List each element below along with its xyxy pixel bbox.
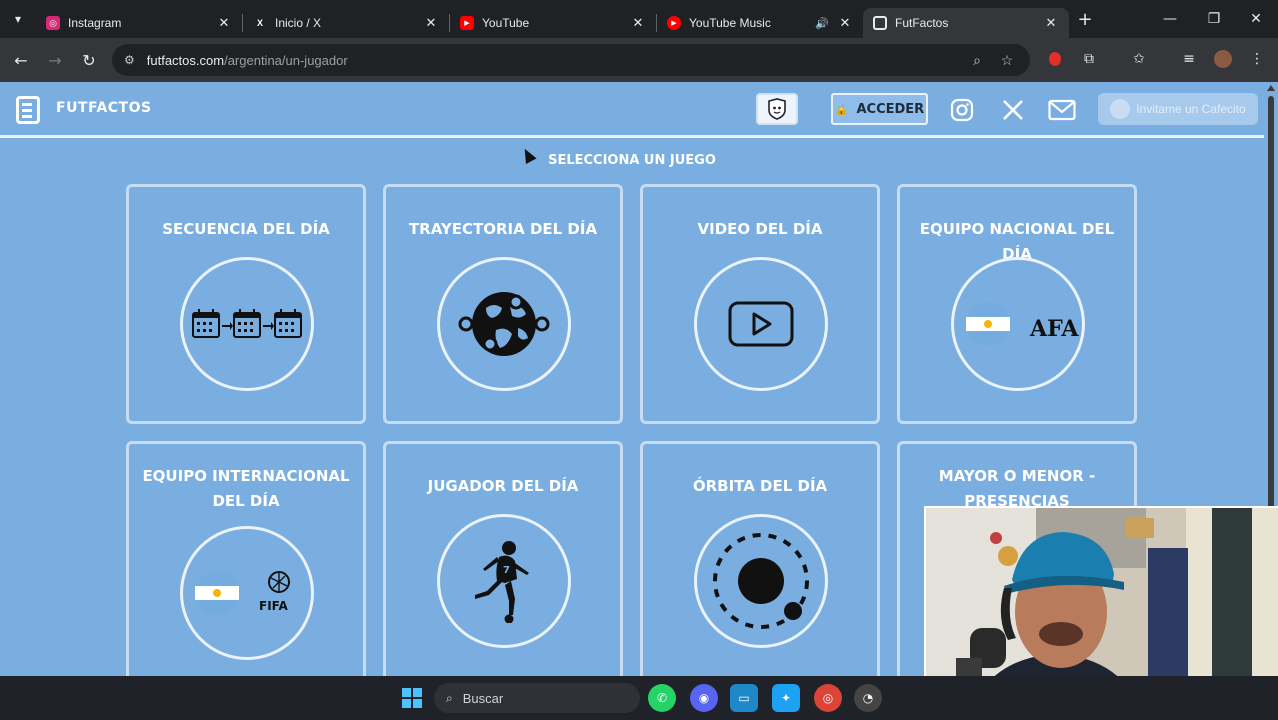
globe-icon <box>437 257 571 391</box>
login-button[interactable]: 🔒 ACCEDER <box>831 93 928 125</box>
section-title: SELECCIONA UN JUEGO <box>548 153 716 168</box>
youtube-icon: ▶ <box>460 16 474 30</box>
game-card-equipo-nacional[interactable]: EQUIPO NACIONAL DEL DÍA AFA <box>897 184 1137 424</box>
scrollbar-thumb[interactable] <box>1268 96 1274 566</box>
game-card-trayectoria[interactable]: TRAYECTORIA DEL DÍA <box>383 184 623 424</box>
zoom-icon[interactable]: ⌕ <box>962 44 992 76</box>
site-header: FUTFACTOS 🔒 ACCEDER Invitame un Cafecito <box>0 82 1264 138</box>
chrome-icon[interactable]: ◎ <box>814 684 842 712</box>
game-card-video[interactable]: VIDEO DEL DÍA <box>640 184 880 424</box>
game-card-equipo-internacional[interactable]: EQUIPO INTERNACIONAL DEL DÍA FIFA <box>126 441 366 676</box>
address-bar[interactable]: ⚙ futfactos.com/argentina/un-jugador ⌕ ☆ <box>112 44 1030 76</box>
lock-icon: 🔒 <box>834 102 849 116</box>
login-label: ACCEDER <box>856 101 925 117</box>
orbit-icon <box>694 514 828 648</box>
tab-x[interactable]: X Inicio / X ✕ <box>243 8 449 38</box>
close-icon[interactable]: ✕ <box>630 15 646 31</box>
x-icon: X <box>253 16 267 30</box>
tab-title: YouTube <box>482 16 530 30</box>
browser-menu-icon[interactable]: ⋮ <box>1242 44 1272 74</box>
close-icon[interactable]: ✕ <box>423 15 439 31</box>
mail-link-icon[interactable] <box>1047 95 1077 125</box>
obs-icon[interactable]: ◔ <box>854 684 882 712</box>
instagram-icon: ◎ <box>46 16 60 30</box>
tab-title: Inicio / X <box>275 16 322 30</box>
close-icon[interactable]: ✕ <box>1043 15 1059 31</box>
game-card-title: JUGADOR DEL DÍA <box>427 477 579 495</box>
game-card-secuencia[interactable]: SECUENCIA DEL DÍA <box>126 184 366 424</box>
game-card-title: SECUENCIA DEL DÍA <box>162 220 330 238</box>
tab-search-button[interactable]: ▾ <box>0 0 36 38</box>
search-icon: ⌕ <box>446 690 453 705</box>
game-card-title: ÓRBITA DEL DÍA <box>692 477 828 495</box>
forward-icon[interactable]: → <box>38 43 72 77</box>
argentina-afa-icon: AFA <box>951 257 1085 391</box>
extension-red-icon[interactable] <box>1040 44 1070 74</box>
tab-futfactos[interactable]: FutFactos ✕ <box>863 8 1069 38</box>
speaker-icon[interactable]: 🔊 <box>815 17 829 30</box>
cafecito-button[interactable]: Invitame un Cafecito <box>1098 93 1258 125</box>
tab-title: FutFactos <box>895 16 949 30</box>
coffee-cup-icon <box>1110 99 1131 119</box>
close-window-icon[interactable]: ✕ <box>1234 0 1278 38</box>
futfactos-logo-icon[interactable] <box>16 96 40 124</box>
bookmarks-icon[interactable]: ✩ <box>1124 44 1154 74</box>
x-link-icon[interactable] <box>998 95 1028 125</box>
play-icon <box>694 257 828 391</box>
bookmark-star-icon[interactable]: ☆ <box>992 44 1022 76</box>
close-icon[interactable]: ✕ <box>216 15 232 31</box>
game-card-jugador[interactable]: JUGADOR DEL DÍA 7 <box>383 441 623 676</box>
game-card-title: EQUIPO INTERNACIONAL DEL DÍA <box>142 467 350 510</box>
game-card-title: VIDEO DEL DÍA <box>697 220 823 238</box>
windows-start-icon[interactable] <box>398 684 426 712</box>
back-icon[interactable]: ← <box>4 43 38 77</box>
tab-youtube-music[interactable]: ▶ YouTube Music 🔊 ✕ <box>657 8 863 38</box>
fifa-logo: FIFA <box>259 599 288 613</box>
whatsapp-icon[interactable]: ✆ <box>648 684 676 712</box>
tab-instagram[interactable]: ◎ Instagram ✕ <box>36 8 242 38</box>
minimize-icon[interactable]: — <box>1148 0 1192 38</box>
monitor-app-icon[interactable]: ▭ <box>730 684 758 712</box>
extensions-puzzle-icon[interactable]: ⧉ <box>1074 44 1104 74</box>
game-card-title: TRAYECTORIA DEL DÍA <box>408 220 598 238</box>
cafecito-label: Invitame un Cafecito <box>1136 102 1246 116</box>
taskbar-search[interactable]: ⌕ Buscar <box>434 683 640 713</box>
shield-icon <box>768 98 786 120</box>
media-control-icon[interactable]: ≡ <box>1174 44 1204 74</box>
tab-youtube[interactable]: ▶ YouTube ✕ <box>450 8 656 38</box>
afa-logo: AFA <box>1030 316 1079 342</box>
reload-icon[interactable]: ↻ <box>72 43 106 77</box>
svg-text:7: 7 <box>503 565 510 576</box>
twitter-icon[interactable]: ✦ <box>772 684 800 712</box>
calendar-sequence-icon <box>180 257 314 391</box>
brand-name[interactable]: FUTFACTOS <box>56 100 152 116</box>
tab-title: YouTube Music <box>689 16 771 30</box>
url-host: futfactos.com <box>146 52 225 68</box>
close-icon[interactable]: ✕ <box>837 15 853 31</box>
tab-strip: ▾ ◎ Instagram ✕ X Inicio / X ✕ ▶ YouTube… <box>0 0 1278 38</box>
tab-title: Instagram <box>68 16 122 30</box>
discord-icon[interactable]: ◉ <box>690 684 718 712</box>
scroll-up-icon[interactable] <box>1267 85 1275 91</box>
argentina-fifa-icon: FIFA <box>180 526 314 660</box>
team-badge-button[interactable] <box>756 93 798 125</box>
profile-avatar[interactable] <box>1208 44 1238 74</box>
futfactos-icon <box>873 16 887 30</box>
restore-icon[interactable]: ❐ <box>1192 0 1236 38</box>
player-icon: 7 <box>437 514 571 648</box>
new-tab-button[interactable]: + <box>1069 0 1101 38</box>
url-path: /argentina/un-jugador <box>224 52 348 68</box>
game-card-orbita[interactable]: ÓRBITA DEL DÍA <box>640 441 880 676</box>
site-info-icon[interactable]: ⚙ <box>124 53 135 67</box>
os-taskbar: ⌕ Buscar ✆ ◉ ▭ ✦ ◎ ◔ <box>0 676 1278 720</box>
youtube-music-icon: ▶ <box>667 16 681 30</box>
instagram-link-icon[interactable] <box>947 95 977 125</box>
taskbar-search-label: Buscar <box>462 690 504 706</box>
